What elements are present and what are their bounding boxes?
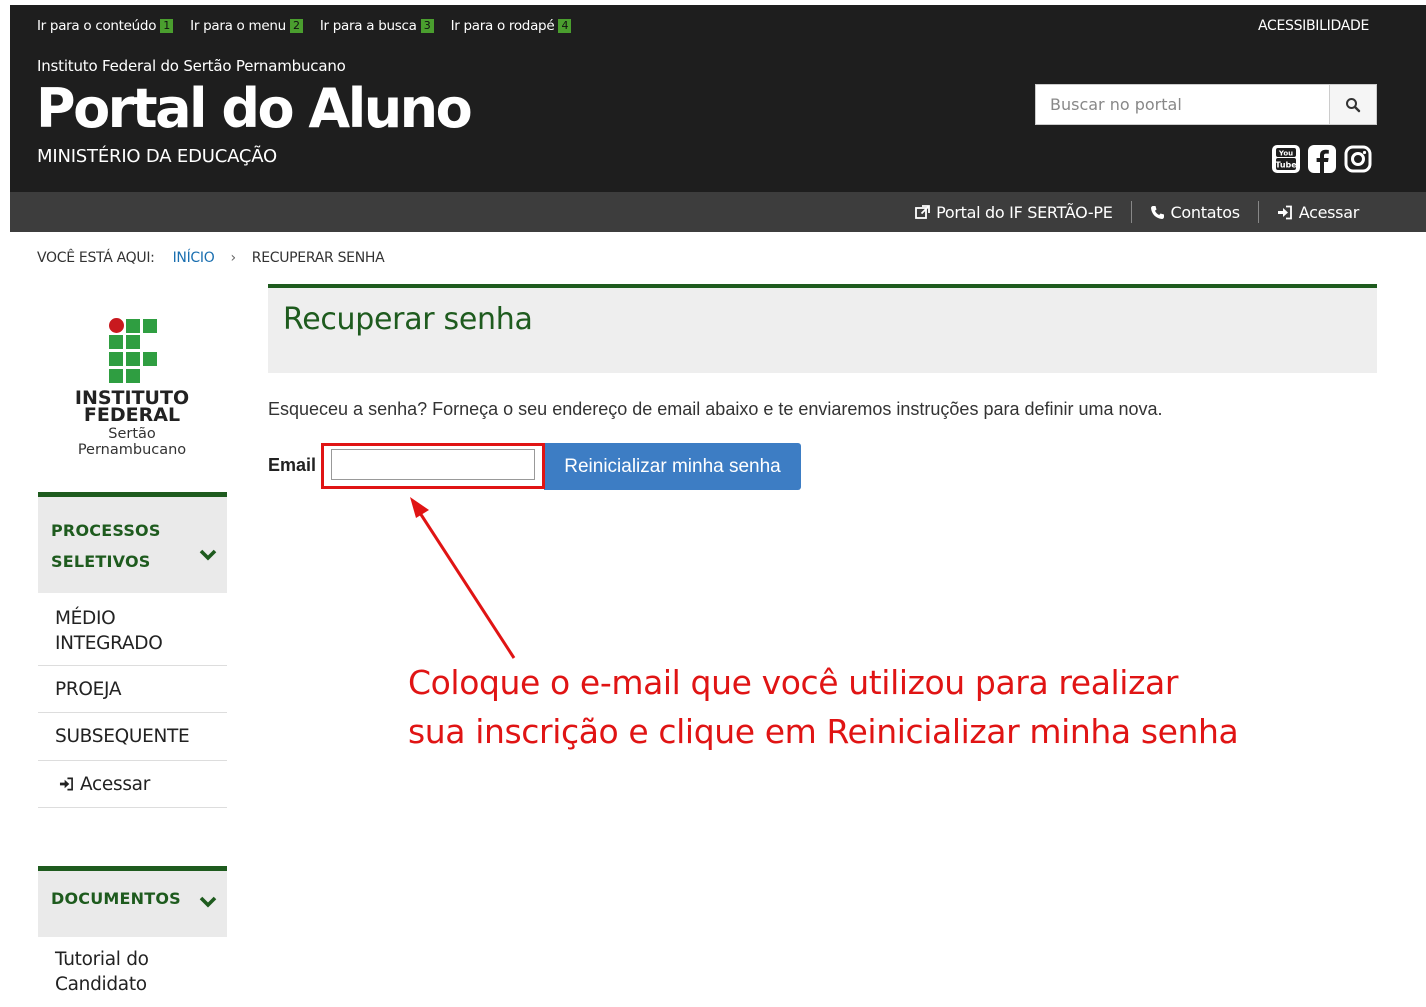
breadcrumb-home-link[interactable]: INÍCIO <box>173 250 215 266</box>
instagram-icon[interactable] <box>1343 144 1373 179</box>
logo-text: INSTITUTO FEDERAL <box>74 387 190 426</box>
sign-in-icon <box>1277 205 1292 219</box>
search-icon <box>1346 97 1361 112</box>
chevron-down-icon <box>199 896 217 908</box>
sidebar-documentos: DOCUMENTOS Tutorial do Candidato <box>38 866 227 1007</box>
site-header: Ir para o conteúdo 1 Ir para o menu 2 Ir p… <box>10 5 1426 192</box>
page-title-box: Recuperar senha <box>268 284 1377 373</box>
breadcrumb-prefix: VOCÊ ESTÁ AQUI: <box>37 250 155 266</box>
sidebar-item-proeja[interactable]: PROEJA <box>38 666 227 713</box>
svg-text:You: You <box>1278 150 1293 158</box>
instructions-text: Esqueceu a senha? Forneça o seu endereço… <box>268 399 1163 419</box>
breadcrumb: VOCÊ ESTÁ AQUI: INÍCIO › RECUPERAR SENHA <box>37 250 385 266</box>
accessibility-link[interactable]: ACESSIBILIDADE <box>1258 18 1369 34</box>
breadcrumb-current: RECUPERAR SENHA <box>251 250 385 266</box>
email-label: Email <box>268 455 317 475</box>
phone-icon <box>1150 205 1164 219</box>
youtube-icon[interactable]: You Tube <box>1271 144 1301 179</box>
reset-password-button[interactable]: Reinicializar minha senha <box>544 443 801 490</box>
skip-to-footer-link[interactable]: Ir para o rodapé 4 <box>451 18 572 34</box>
sign-in-icon <box>59 777 73 791</box>
sidebar-item-acessar[interactable]: Acessar <box>38 761 227 808</box>
external-link-icon <box>915 204 930 219</box>
top-navbar: Portal do IF SERTÃO-PE Contatos Acessar <box>10 192 1426 232</box>
portal-if-link[interactable]: Portal do IF SERTÃO-PE <box>897 203 1130 222</box>
search-box <box>1035 84 1377 125</box>
facebook-icon[interactable] <box>1307 144 1337 179</box>
sidebar-item-subsequente[interactable]: SUBSEQUENTE <box>38 713 227 761</box>
sidebar-section-header[interactable]: PROCESSOS SELETIVOS <box>38 492 227 593</box>
chevron-down-icon <box>199 549 217 561</box>
annotation-text: Coloque o e-mail que você utilizou para … <box>408 663 1239 751</box>
sidebar-item-medio-integrado[interactable]: MÉDIO INTEGRADO <box>38 593 227 666</box>
ministry-name: MINISTÉRIO DA EDUCAÇÃO <box>37 146 277 167</box>
skip-to-content-link[interactable]: Ir para o conteúdo 1 <box>37 18 174 34</box>
skip-to-search-link[interactable]: Ir para a busca 3 <box>320 18 434 34</box>
search-button[interactable] <box>1329 85 1376 124</box>
login-link[interactable]: Acessar <box>1259 203 1377 222</box>
sidebar-item-tutorial[interactable]: Tutorial do Candidato <box>38 937 227 1007</box>
accessibility-links: Ir para o conteúdo 1 Ir para o menu 2 Ir p… <box>37 18 588 34</box>
contacts-link[interactable]: Contatos <box>1132 203 1258 222</box>
email-field[interactable] <box>331 449 535 480</box>
social-links: You Tube <box>1271 144 1373 179</box>
search-input[interactable] <box>1036 85 1329 124</box>
sidebar-section-header[interactable]: DOCUMENTOS <box>38 866 227 937</box>
institution-name: Instituto Federal do Sertão Pernambucano <box>37 57 346 75</box>
svg-text:Tube: Tube <box>1275 161 1297 170</box>
logo-subtitle: Sertão Pernambucano <box>77 426 187 458</box>
page-title: Recuperar senha <box>283 302 533 337</box>
portal-title[interactable]: Portal do Aluno <box>36 77 473 140</box>
sidebar-processos-seletivos: PROCESSOS SELETIVOS MÉDIO INTEGRADO PROE… <box>38 492 227 808</box>
chevron-right-icon: › <box>230 250 236 266</box>
skip-to-menu-link[interactable]: Ir para o menu 2 <box>190 18 303 34</box>
